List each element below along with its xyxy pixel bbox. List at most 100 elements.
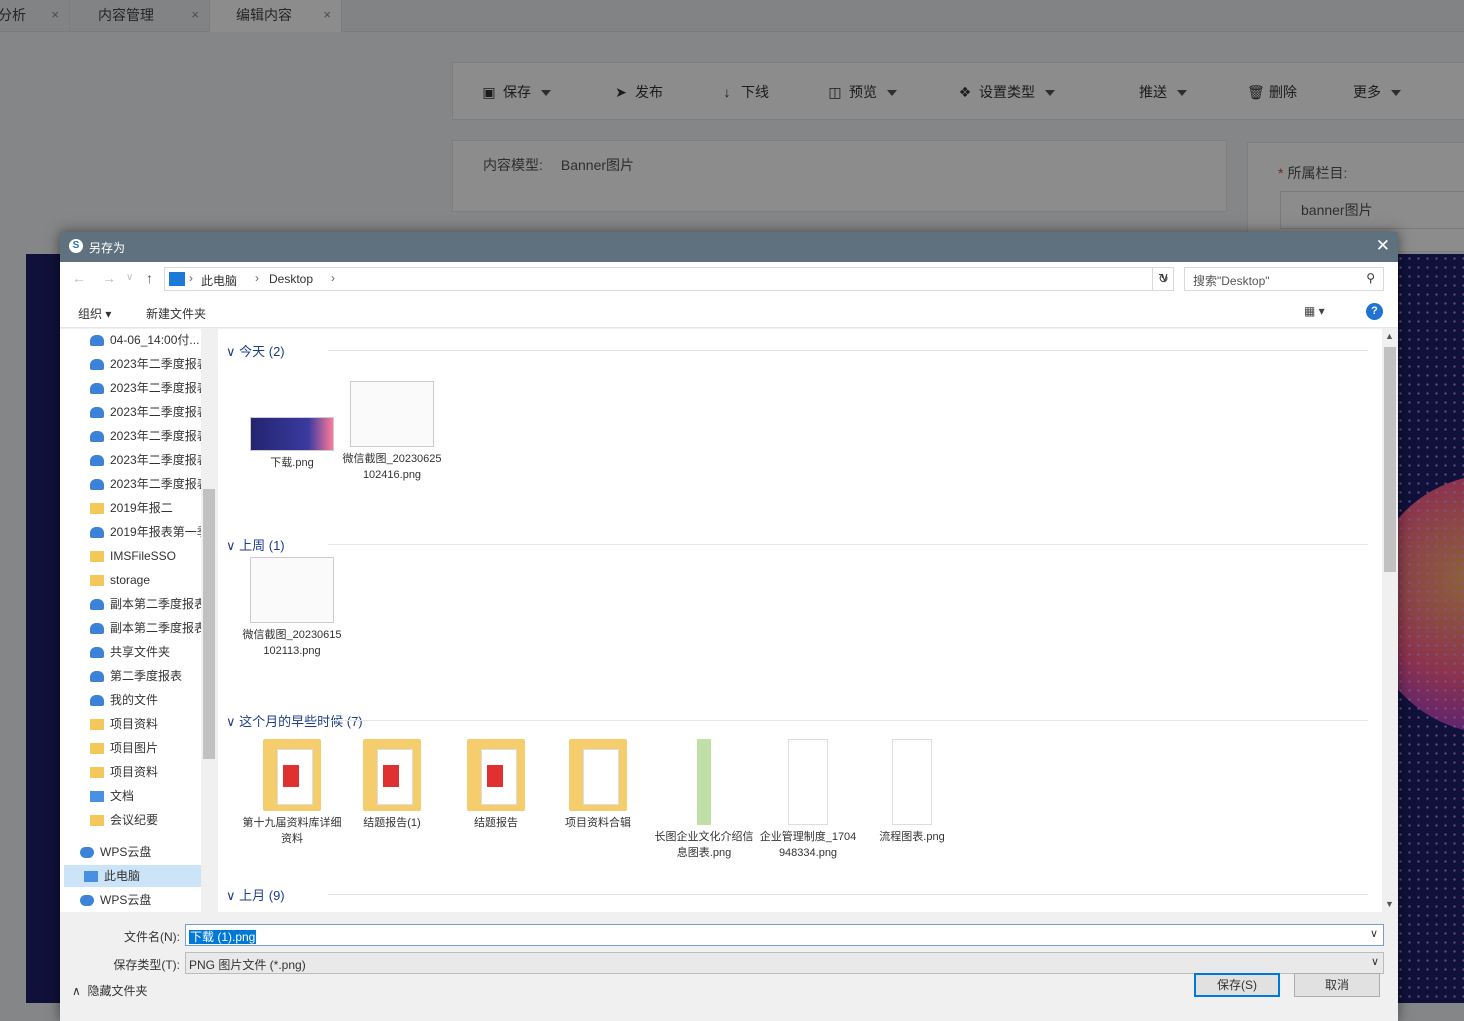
file-item[interactable]: 下载.png xyxy=(242,417,342,471)
group-header[interactable]: ∨ 上月 (9) xyxy=(226,885,285,904)
save-button[interactable]: 保存(S) xyxy=(1194,973,1280,997)
sidebar-item[interactable]: 第二季度报表 xyxy=(90,665,182,687)
file-name: 流程图表.png xyxy=(879,831,945,843)
chevron-down-icon[interactable]: ∨ xyxy=(1369,927,1379,940)
file-item[interactable]: 长图企业文化介绍信息图表.png xyxy=(654,739,754,861)
search-icon: ⚲ xyxy=(1366,271,1375,285)
folder-icon xyxy=(90,551,104,563)
refresh-icon[interactable]: ↻ xyxy=(1152,268,1174,290)
sidebar-item[interactable]: IMSFileSSO xyxy=(90,545,176,567)
close-icon[interactable]: ✕ xyxy=(1376,236,1390,256)
filetype-select[interactable]: PNG 图片文件 (*.png) ∨ xyxy=(185,952,1384,974)
user-folder-icon xyxy=(90,383,104,395)
image-thumbnail xyxy=(350,381,434,447)
sidebar-item[interactable]: 副本第二季度报表 xyxy=(90,617,206,639)
sidebar-item[interactable]: 2023年二季度报表 xyxy=(90,353,209,375)
file-list-scrollbar[interactable]: ▲ ▼ xyxy=(1382,329,1398,912)
sidebar-item[interactable]: 项目图片 xyxy=(90,737,158,759)
group-divider xyxy=(328,350,1368,351)
filename-input[interactable]: 下载 (1).png ∨ xyxy=(185,924,1384,946)
file-item[interactable]: 企业管理制度_1704948334.png xyxy=(758,739,858,861)
search-input[interactable]: 搜索"Desktop" ⚲ xyxy=(1184,267,1384,291)
file-list: ∨ 今天 (2) 下载.png 微信截图_20230625102416.png ∨ 上… xyxy=(218,329,1398,912)
sidebar-item[interactable]: 会议纪要 xyxy=(90,809,158,831)
folder-icon xyxy=(90,575,104,587)
sidebar-item[interactable]: WPS云盘 xyxy=(80,889,151,911)
sidebar-item[interactable]: 2023年二季度报表 xyxy=(90,449,209,471)
file-item[interactable]: 流程图表.png xyxy=(862,739,962,845)
view-options-icon[interactable]: ▦ ▾ xyxy=(1304,304,1325,318)
scroll-down-icon[interactable]: ▼ xyxy=(1385,899,1394,909)
group-header[interactable]: ∨ 上周 (1) xyxy=(226,535,285,554)
navigation-scrollbar[interactable] xyxy=(201,329,217,912)
user-folder-icon xyxy=(90,479,104,491)
cloud-icon xyxy=(80,847,94,859)
scroll-up-icon[interactable]: ▲ xyxy=(1385,331,1394,341)
browser-logo-icon: S xyxy=(69,239,83,253)
user-folder-icon xyxy=(90,647,104,659)
sidebar-item-label: 项目资料 xyxy=(110,717,159,731)
sidebar-item[interactable]: 副本第二季度报表 xyxy=(90,593,206,615)
new-folder-button[interactable]: 新建文件夹 xyxy=(146,305,206,322)
file-name: 结题报告(1) xyxy=(363,817,421,829)
sidebar-item[interactable]: 2023年二季度报表 xyxy=(90,425,209,447)
sidebar-item[interactable]: 共享文件夹 xyxy=(90,641,170,663)
filename-label: 文件名(N): xyxy=(124,930,180,944)
sidebar-item[interactable]: 04-06_14:00付... xyxy=(90,329,199,351)
file-item[interactable]: 第十九届资料库详细资料 xyxy=(242,739,342,847)
sidebar-item-label: 副本第二季度报表 xyxy=(110,597,207,611)
breadcrumb-separator: › xyxy=(331,271,335,285)
cancel-button[interactable]: 取消 xyxy=(1294,973,1380,997)
help-icon[interactable]: ? xyxy=(1366,303,1383,320)
breadcrumb-separator: › xyxy=(255,271,259,285)
folder-icon xyxy=(90,815,104,827)
file-name: 长图企业文化介绍信息图表.png xyxy=(654,831,754,859)
sidebar-item[interactable]: 2019年报二 xyxy=(90,497,173,519)
group-divider xyxy=(328,720,1368,721)
chevron-up-icon: ∧ xyxy=(72,984,81,998)
file-item[interactable]: 微信截图_20230615102113.png xyxy=(242,557,342,659)
sidebar-item-label: 2023年二季度报表 xyxy=(110,405,209,419)
file-item[interactable]: 结题报告 xyxy=(446,739,546,831)
user-folder-icon xyxy=(90,671,104,683)
scrollbar-thumb[interactable] xyxy=(1384,347,1396,572)
file-name: 第十九届资料库详细资料 xyxy=(242,817,342,845)
breadcrumb-this-pc[interactable]: 此电脑 xyxy=(201,272,237,289)
sidebar-item-label: 2019年报二 xyxy=(110,501,173,515)
sidebar-item[interactable]: 文档 xyxy=(90,785,134,807)
breadcrumb-desktop[interactable]: Desktop xyxy=(269,272,313,286)
sidebar-item[interactable]: 项目资料 xyxy=(90,713,158,735)
up-arrow-icon[interactable]: ↑ xyxy=(146,270,153,286)
sidebar-item[interactable]: 此电脑 xyxy=(64,865,214,887)
file-name: 结题报告 xyxy=(474,817,518,829)
command-bar: 组织 ▾ 新建文件夹 ▦ ▾ ? xyxy=(60,296,1398,328)
sidebar-item[interactable]: 2019年报表第一季 xyxy=(90,521,209,543)
sidebar-item-label: WPS云盘 xyxy=(100,845,152,859)
address-bar[interactable]: › 此电脑 › Desktop › ∨ xyxy=(164,267,1174,291)
organize-menu[interactable]: 组织 ▾ xyxy=(78,305,111,322)
sidebar-item-label: 2023年二季度报表 xyxy=(110,381,209,395)
file-item[interactable]: 微信截图_20230625102416.png xyxy=(342,381,442,483)
sidebar-item[interactable]: 2023年二季度报表 xyxy=(90,473,209,495)
recent-chevron-icon[interactable]: ∨ xyxy=(126,272,133,283)
forward-arrow-icon[interactable]: → xyxy=(102,270,116,286)
breadcrumb-separator: › xyxy=(189,271,193,285)
group-header[interactable]: ∨ 今天 (2) xyxy=(226,341,285,360)
sidebar-item-label: 共享文件夹 xyxy=(110,645,171,659)
hide-folders-toggle[interactable]: ∧ 隐藏文件夹 xyxy=(72,982,147,999)
file-item[interactable]: 结题报告(1) xyxy=(342,739,442,831)
sidebar-item[interactable]: storage xyxy=(90,569,150,591)
sidebar-item[interactable]: 2023年二季度报表 xyxy=(90,401,209,423)
scrollbar-thumb[interactable] xyxy=(203,489,215,759)
back-arrow-icon[interactable]: ← xyxy=(72,270,86,286)
sidebar-item[interactable]: 我的文件 xyxy=(90,689,158,711)
user-folder-icon xyxy=(90,623,104,635)
save-form: 文件名(N): 下载 (1).png ∨ 保存类型(T): PNG 图片文件 (… xyxy=(60,912,1398,1021)
pdf-icon xyxy=(383,765,399,787)
sidebar-item[interactable]: 项目资料 xyxy=(90,761,158,783)
pdf-icon xyxy=(283,765,299,787)
sidebar-item[interactable]: 2023年二季度报表 xyxy=(90,377,209,399)
sidebar-item[interactable]: WPS云盘 xyxy=(80,841,151,863)
sidebar-item-label: 此电脑 xyxy=(104,869,141,883)
file-item[interactable]: 项目资料合辑 xyxy=(548,739,648,831)
